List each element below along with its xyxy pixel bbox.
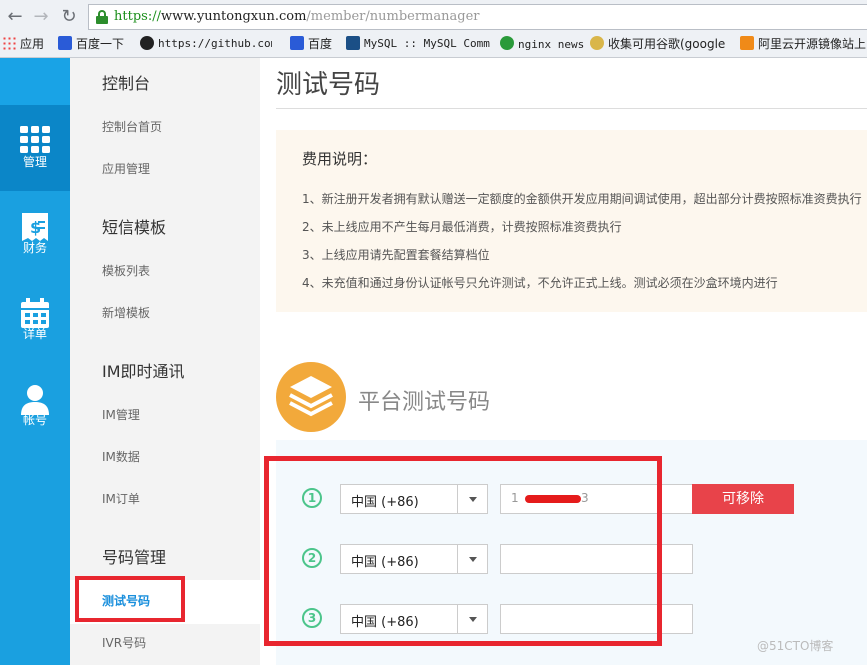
rail-item-manage[interactable]: 管理	[0, 105, 70, 191]
sidebar-group-im: IM即时通讯	[102, 362, 185, 381]
rail-item-finance[interactable]: $ 财务	[0, 191, 70, 277]
grid-icon	[20, 126, 50, 153]
reload-icon[interactable]: ↻	[58, 6, 80, 28]
sidebar: 控制台 控制台首页 应用管理 短信模板 模板列表 新增模板 IM即时通讯 IM管…	[70, 58, 260, 665]
sidebar-group-console: 控制台	[102, 74, 151, 93]
notice-line: 3、上线应用请先配置套餐结算档位	[302, 248, 490, 262]
globe-icon	[590, 36, 604, 50]
sidebar-item-new-template[interactable]: 新增模板	[102, 304, 150, 321]
annotation-box	[264, 456, 662, 646]
bookmark-aliyun[interactable]: 阿里云开源镜像站上	[740, 35, 866, 53]
notice-line: 2、未上线应用不产生每月最低消费，计费按照标准资费执行	[302, 220, 622, 234]
watermark: @51CTO博客	[757, 639, 834, 653]
nginx-icon	[500, 36, 514, 50]
apps-grid-icon	[2, 36, 16, 50]
sidebar-group-sms-template: 短信模板	[102, 218, 167, 237]
sidebar-item-im-data[interactable]: IM数据	[102, 448, 140, 465]
browser-chrome: ← → ↻ https://www.yuntongxun.com/member/…	[0, 0, 867, 58]
baidu-paw-icon	[58, 36, 72, 50]
baidu-paw-icon	[290, 36, 304, 50]
sidebar-item-im-order[interactable]: IM订单	[102, 490, 140, 507]
sidebar-item-ivr-number[interactable]: IVR号码	[102, 634, 146, 651]
fee-notice: 费用说明： 1、新注册开发者拥有默认赠送一定额度的金额供开发应用期间调试使用，超…	[276, 130, 867, 312]
aliyun-icon	[740, 36, 754, 50]
bookmark-baidu[interactable]: 百度	[290, 35, 332, 53]
address-bar[interactable]: https://www.yuntongxun.com/member/number…	[88, 4, 867, 30]
sidebar-item-template-list[interactable]: 模板列表	[102, 262, 150, 279]
back-arrow-icon[interactable]: ←	[4, 6, 26, 28]
section-title: 平台测试号码	[358, 390, 491, 415]
rail-item-label: 详单	[22, 327, 47, 341]
notice-line: 1、新注册开发者拥有默认赠送一定额度的金额供开发应用期间调试使用，超出部分计费按…	[302, 192, 862, 206]
bookmark-nginx[interactable]: nginx news	[500, 35, 584, 53]
sidebar-item-console-home[interactable]: 控制台首页	[102, 118, 162, 135]
sidebar-group-number-manage: 号码管理	[102, 548, 167, 567]
notice-title: 费用说明：	[302, 150, 378, 168]
rail-top	[0, 58, 70, 105]
divider	[276, 108, 867, 109]
layers-icon	[276, 362, 346, 432]
github-icon	[140, 36, 154, 50]
url-text: https://www.yuntongxun.com/member/number…	[114, 9, 480, 24]
bookmark-mysql[interactable]: MySQL :: MySQL Comm	[346, 35, 492, 53]
annotation-box	[75, 576, 185, 622]
rail-item-label: 帐号	[22, 413, 47, 427]
bookmark-github[interactable]: https://github.com/	[140, 35, 272, 53]
rail-item-label: 财务	[22, 241, 47, 255]
bookmarks-bar: 应用 百度一下 https://github.com/ 百度 MySQL :: …	[0, 32, 867, 56]
page-title: 测试号码	[276, 70, 381, 100]
icon-rail: 管理 $ 财务 详单 帐号	[0, 58, 70, 665]
lock-icon	[96, 10, 108, 24]
forward-arrow-icon[interactable]: →	[30, 6, 52, 28]
remove-button[interactable]: 可移除	[692, 484, 794, 514]
rail-item-detail[interactable]: 详单	[0, 277, 70, 363]
notice-line: 4、未充值和通过身份认证帐号只允许测试，不允许正式上线。测试必须在沙盒环境内进行	[302, 276, 778, 290]
mysql-icon	[346, 36, 360, 50]
sidebar-item-app-manage[interactable]: 应用管理	[102, 160, 150, 177]
rail-item-account[interactable]: 帐号	[0, 363, 70, 449]
bookmark-baidu-search[interactable]: 百度一下	[58, 35, 124, 53]
rail-item-label: 管理	[22, 155, 47, 169]
bookmark-google-collect[interactable]: 收集可用谷歌(google	[590, 35, 740, 53]
bookmark-apps[interactable]: 应用	[2, 35, 44, 53]
main-content: 测试号码 费用说明： 1、新注册开发者拥有默认赠送一定额度的金额供开发应用期间调…	[260, 58, 867, 665]
sidebar-item-im-manage[interactable]: IM管理	[102, 406, 140, 423]
